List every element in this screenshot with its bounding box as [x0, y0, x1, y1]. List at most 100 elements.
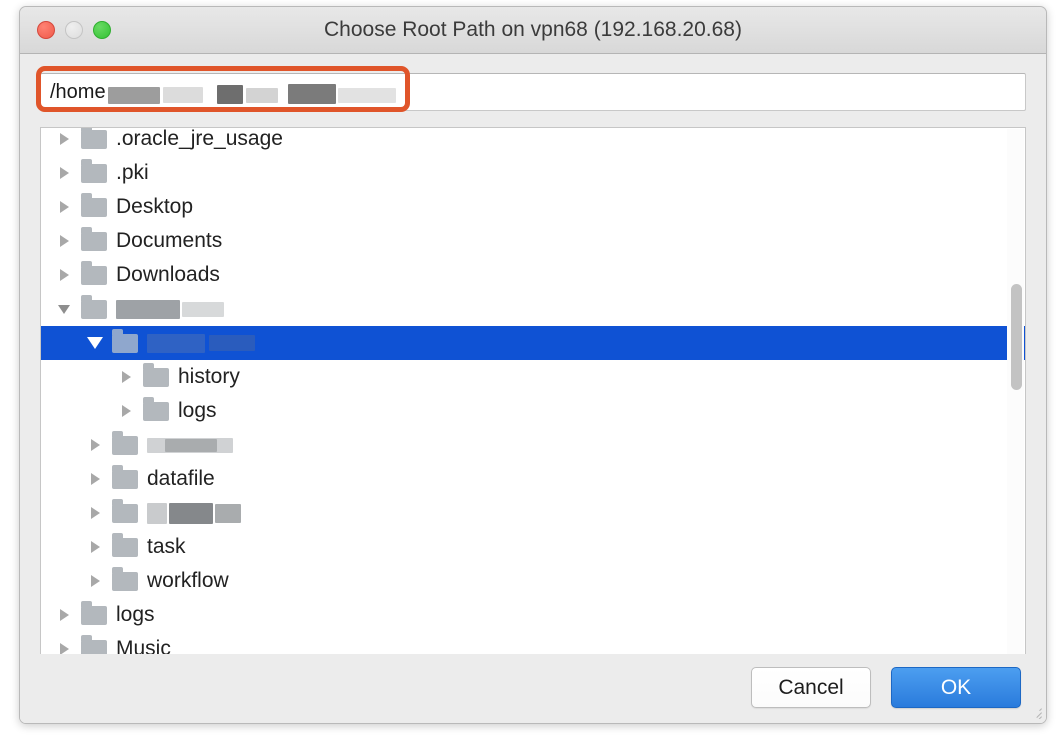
tree-row-label: workflow: [147, 569, 229, 592]
chevron-right-icon[interactable]: [53, 167, 75, 179]
triangle-right-glyph: [90, 541, 100, 553]
dialog-body: /home .oracle_jre_usage .pki Desktop Docume…: [20, 54, 1046, 723]
scrollbar-thumb[interactable]: [1011, 284, 1022, 390]
triangle-right-glyph: [90, 473, 100, 485]
folder-icon: [112, 464, 138, 489]
redaction-block: [147, 333, 205, 353]
chevron-down-icon[interactable]: [84, 337, 106, 349]
folder-icon: [112, 328, 138, 353]
chevron-right-icon[interactable]: [53, 201, 75, 213]
tree-row[interactable]: [41, 292, 1025, 326]
folder-tree-scroll[interactable]: .oracle_jre_usage .pki Desktop Documents Dow…: [41, 128, 1025, 674]
path-text: /home: [50, 74, 396, 110]
folder-icon: [112, 532, 138, 557]
chevron-right-icon[interactable]: [53, 235, 75, 247]
triangle-right-glyph: [90, 439, 100, 451]
triangle-right-glyph: [121, 371, 131, 383]
folder-icon: [143, 396, 169, 421]
tree-row[interactable]: Desktop: [41, 190, 1025, 224]
window-titlebar[interactable]: Choose Root Path on vpn68 (192.168.20.68…: [20, 7, 1046, 54]
folder-icon: [81, 600, 107, 625]
chevron-right-icon[interactable]: [84, 541, 106, 553]
tree-row-redacted-label: [147, 502, 241, 524]
tree-row[interactable]: .oracle_jre_usage: [41, 128, 1025, 156]
chevron-right-icon[interactable]: [53, 269, 75, 281]
folder-icon: [112, 430, 138, 455]
tree-row-label: .pki: [116, 161, 149, 184]
tree-row-label: task: [147, 535, 186, 558]
tree-row[interactable]: task: [41, 530, 1025, 564]
folder-icon: [143, 362, 169, 387]
redaction-block: [182, 301, 224, 317]
resize-grip-icon[interactable]: [1029, 706, 1042, 719]
chevron-right-icon[interactable]: [84, 507, 106, 519]
dialog-footer: Cancel OK: [20, 654, 1046, 723]
chevron-right-icon[interactable]: [115, 405, 137, 417]
folder-tree: .oracle_jre_usage .pki Desktop Documents Dow…: [41, 128, 1025, 666]
path-redaction-block: [107, 86, 160, 104]
window-title: Choose Root Path on vpn68 (192.168.20.68…: [324, 18, 742, 41]
tree-row[interactable]: logs: [41, 394, 1025, 428]
triangle-right-glyph: [90, 575, 100, 587]
tree-row-redacted-label: [116, 298, 224, 320]
tree-row-label: logs: [116, 603, 155, 626]
path-row: /home: [36, 66, 1026, 112]
chevron-down-icon[interactable]: [53, 304, 75, 314]
tree-row-label: Documents: [116, 229, 223, 252]
tree-row[interactable]: Documents: [41, 224, 1025, 258]
triangle-down-glyph: [58, 304, 70, 314]
vertical-scrollbar[interactable]: [1007, 129, 1024, 673]
triangle-right-glyph: [59, 269, 69, 281]
choose-root-path-dialog: Choose Root Path on vpn68 (192.168.20.68…: [19, 6, 1047, 724]
tree-row-label: .oracle_jre_usage: [116, 128, 283, 150]
tree-row-label: Desktop: [116, 195, 194, 218]
folder-icon: [112, 498, 138, 523]
tree-row[interactable]: workflow: [41, 564, 1025, 598]
path-visible-text: /home: [50, 81, 106, 103]
chevron-right-icon[interactable]: [84, 439, 106, 451]
redaction-block: [215, 503, 241, 523]
folder-icon: [112, 566, 138, 591]
triangle-right-glyph: [59, 133, 69, 145]
tree-row[interactable]: Downloads: [41, 258, 1025, 292]
tree-row-label: datafile: [147, 467, 215, 490]
tree-row-label: Downloads: [116, 263, 220, 286]
tree-row-label: logs: [178, 399, 217, 422]
ok-button[interactable]: OK: [891, 667, 1021, 708]
tree-row[interactable]: [41, 428, 1025, 462]
folder-icon: [81, 158, 107, 183]
triangle-right-glyph: [121, 405, 131, 417]
folder-tree-panel: .oracle_jre_usage .pki Desktop Documents Dow…: [40, 127, 1026, 675]
triangle-right-glyph: [59, 201, 69, 213]
triangle-down-glyph: [87, 337, 103, 349]
tree-row-label: history: [178, 365, 240, 388]
path-input[interactable]: /home: [40, 73, 1026, 111]
tree-row[interactable]: history: [41, 360, 1025, 394]
redaction-block: [116, 299, 180, 319]
path-redaction-block: [337, 87, 396, 103]
path-redaction-block: [162, 87, 203, 103]
redaction-block: [209, 335, 255, 351]
folder-icon: [81, 192, 107, 217]
tree-row-selected[interactable]: [41, 326, 1025, 360]
triangle-right-glyph: [59, 167, 69, 179]
triangle-right-glyph: [90, 507, 100, 519]
path-redaction-block: [216, 85, 243, 104]
redaction-block: [169, 502, 213, 524]
path-redaction-block: [245, 87, 278, 103]
tree-row[interactable]: datafile: [41, 462, 1025, 496]
chevron-right-icon[interactable]: [53, 133, 75, 145]
tree-row[interactable]: .pki: [41, 156, 1025, 190]
chevron-right-icon[interactable]: [115, 371, 137, 383]
folder-icon: [81, 226, 107, 251]
folder-icon: [81, 294, 107, 319]
chevron-right-icon[interactable]: [84, 473, 106, 485]
tree-row-redacted-label: [147, 332, 255, 354]
screenshot-root: Choose Root Path on vpn68 (192.168.20.68…: [0, 0, 1064, 746]
tree-row[interactable]: logs: [41, 598, 1025, 632]
chevron-right-icon[interactable]: [84, 575, 106, 587]
cancel-button[interactable]: Cancel: [751, 667, 871, 708]
chevron-right-icon[interactable]: [53, 609, 75, 621]
triangle-right-glyph: [59, 609, 69, 621]
tree-row[interactable]: [41, 496, 1025, 530]
